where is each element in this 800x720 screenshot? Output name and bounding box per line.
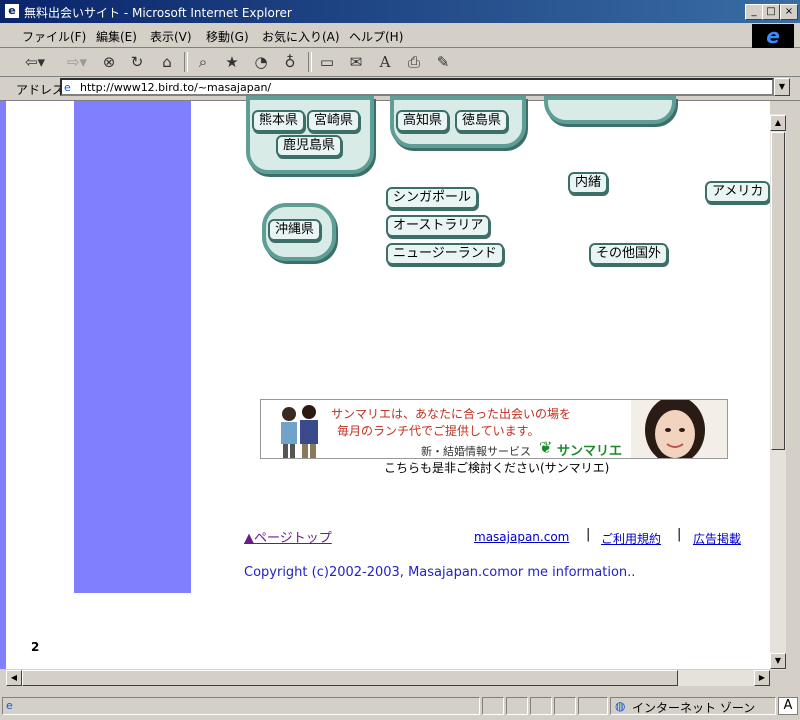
edit-icon[interactable]: ✎	[432, 52, 454, 72]
footer-separator: |	[677, 527, 682, 542]
fullscreen-icon[interactable]: ▭	[316, 52, 338, 72]
close-button[interactable]: ×	[780, 4, 798, 20]
menu-file[interactable]: ファイル(F)	[22, 28, 86, 45]
forward-icon[interactable]: ⇨▾	[62, 52, 92, 72]
status-cell	[482, 697, 504, 715]
region-other-overseas-button[interactable]: その他国外	[589, 243, 669, 265]
footer-link-masajapan[interactable]: masajapan.com	[474, 530, 569, 544]
footer-link-terms[interactable]: ご利用規約	[601, 530, 661, 547]
page-top-link[interactable]: ▲ページトップ	[244, 527, 332, 546]
mail-icon[interactable]: ✉	[345, 52, 367, 72]
home-icon[interactable]: ⌂	[156, 52, 178, 72]
zone-text: インターネット ゾーン	[632, 701, 756, 715]
print-icon[interactable]: ⎙	[403, 52, 425, 72]
window-title: 無料出会いサイト - Microsoft Internet Explorer	[24, 6, 292, 20]
status-cell	[554, 697, 576, 715]
font-icon[interactable]: A	[374, 52, 396, 72]
copyright-text: Copyright (c)2002-2003, Masajapan.comor …	[244, 565, 636, 580]
region-secret-button[interactable]: 内緒	[568, 172, 609, 194]
region-group-partial	[544, 96, 676, 124]
country-australia-button[interactable]: オーストラリア	[386, 215, 491, 237]
ie-logo-icon: e	[752, 24, 794, 48]
toolbar: ⇦▾ ⇨▾ ⊗ ↻ ⌂ ⌕ ★ ◔ ♁ ▭ ✉ A ⎙ ✎	[0, 48, 800, 77]
history-icon[interactable]: ◔	[250, 52, 272, 72]
banner-line2: 毎月のランチ代でご提供しています。	[337, 424, 540, 438]
search-icon[interactable]: ⌕	[192, 52, 214, 72]
couple-illustration	[281, 405, 318, 458]
maximize-button[interactable]: □	[762, 4, 780, 20]
status-bar: e ◍ インターネット ゾーン A	[0, 695, 800, 720]
address-dropdown-button[interactable]: ▼	[774, 78, 790, 96]
menu-edit[interactable]: 編集(E)	[96, 28, 137, 45]
toolbar-separator	[184, 52, 188, 72]
internet-zone-icon: ◍	[615, 699, 626, 713]
address-input[interactable]: e http://www12.bird.to/~masajapan/	[60, 78, 774, 96]
minimize-button[interactable]: _	[745, 4, 763, 20]
page-status-icon: e	[6, 699, 13, 712]
country-america-button[interactable]: アメリカ	[705, 181, 771, 203]
vertical-scroll-thumb[interactable]	[771, 132, 785, 450]
scroll-right-button[interactable]: ▶	[754, 670, 770, 686]
address-label: アドレス	[16, 83, 65, 97]
pref-kochi-button[interactable]: 高知県	[396, 110, 450, 132]
toolbar-separator	[308, 52, 312, 72]
favorites-icon[interactable]: ★	[221, 52, 243, 72]
channels-icon[interactable]: ♁	[279, 52, 301, 72]
footer-separator: |	[586, 527, 591, 542]
status-cell	[506, 697, 528, 715]
refresh-icon[interactable]: ↻	[126, 52, 148, 72]
pref-kagoshima-button[interactable]: 鹿児島県	[276, 135, 343, 157]
woman-photo	[631, 400, 727, 458]
pref-okinawa-button[interactable]: 沖縄県	[268, 219, 322, 241]
page-number: 2	[31, 640, 40, 654]
back-icon[interactable]: ⇦▾	[20, 52, 50, 72]
status-text-cell: e	[2, 697, 480, 715]
sunmarie-banner[interactable]: サンマリエは、あなたに合った出会いの場を 毎月のランチ代でご提供しています。 新…	[260, 399, 728, 459]
scroll-left-button[interactable]: ◀	[6, 670, 22, 686]
address-url[interactable]: http://www12.bird.to/~masajapan/	[80, 81, 271, 94]
scroll-up-button[interactable]: ▲	[770, 115, 786, 131]
ime-indicator-icon[interactable]: A	[778, 697, 798, 715]
status-cell	[530, 697, 552, 715]
pref-tokushima-button[interactable]: 徳島県	[455, 110, 509, 132]
leaf-icon: ❦	[539, 438, 553, 457]
pref-kumamoto-button[interactable]: 熊本県	[252, 110, 306, 132]
banner-brand: サンマリエ	[557, 444, 623, 459]
ie-page-icon: e	[5, 4, 19, 18]
footer-link-advertise[interactable]: 広告掲載	[693, 530, 741, 547]
country-newzealand-button[interactable]: ニュージーランド	[386, 243, 504, 265]
banner-service: 新・結婚情報サービス	[421, 445, 531, 458]
menu-help[interactable]: ヘルプ(H)	[349, 28, 403, 45]
horizontal-scroll-thumb[interactable]	[22, 670, 678, 686]
title-bar: e 無料出会いサイト - Microsoft Internet Explorer…	[0, 0, 800, 23]
menu-bar: ファイル(F) 編集(E) 表示(V) 移動(G) お気に入り(A) ヘルプ(H…	[0, 23, 800, 48]
menu-view[interactable]: 表示(V)	[150, 28, 192, 45]
banner-line1: サンマリエは、あなたに合った出会いの場を	[331, 407, 572, 421]
stop-icon[interactable]: ⊗	[98, 52, 120, 72]
status-cell	[578, 697, 608, 715]
menu-favorites[interactable]: お気に入り(A)	[262, 28, 340, 45]
country-singapore-button[interactable]: シンガポール	[386, 187, 479, 209]
menu-go[interactable]: 移動(G)	[206, 28, 249, 45]
page-icon: e	[64, 81, 71, 94]
sidebar-column	[74, 101, 191, 593]
banner-caption: こちらも是非ご検討ください(サンマリエ)	[384, 461, 610, 475]
pref-miyazaki-button[interactable]: 宮崎県	[307, 110, 361, 132]
scroll-down-button[interactable]: ▼	[770, 653, 786, 669]
